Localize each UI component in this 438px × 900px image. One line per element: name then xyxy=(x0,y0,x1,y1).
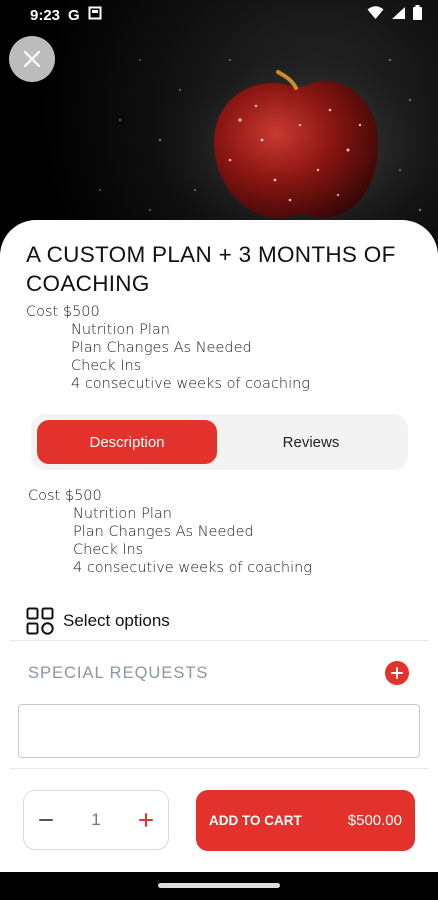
quantity-value: 1 xyxy=(91,810,101,829)
summary-item: 4 consecutive weeks of coaching xyxy=(71,376,310,392)
add-to-cart-label: ADD TO CART xyxy=(209,813,302,828)
special-requests-label: SPECIAL REQUESTS xyxy=(28,664,209,682)
add-special-request-button[interactable] xyxy=(385,661,409,685)
tab-description[interactable]: Description xyxy=(37,420,217,464)
summary-cost: Cost $500 xyxy=(26,304,100,320)
product-sheet: A CUSTOM PLAN + 3 MONTHS OF COACHING Cos… xyxy=(0,220,438,872)
cart-price: $500.00 xyxy=(347,812,402,829)
description-item: Plan Changes As Needed xyxy=(73,524,254,540)
divider xyxy=(10,768,428,769)
home-indicator[interactable] xyxy=(158,883,280,888)
minus-icon[interactable] xyxy=(39,813,53,827)
summary-item: Check Ins xyxy=(71,358,142,374)
divider xyxy=(10,640,428,641)
description-content: Cost $500 Nutrition Plan Plan Changes As… xyxy=(28,487,312,577)
battery-icon xyxy=(413,5,422,25)
status-time: 9:23 xyxy=(30,6,61,24)
tab-reviews[interactable]: Reviews xyxy=(221,420,401,464)
product-title: A CUSTOM PLAN + 3 MONTHS OF COACHING xyxy=(26,242,396,296)
grid-options-icon xyxy=(26,607,54,635)
plus-icon[interactable] xyxy=(139,813,153,827)
plus-circle-icon xyxy=(391,667,403,679)
select-options-button[interactable]: Select options xyxy=(26,607,170,635)
quantity-stepper: 1 xyxy=(23,790,169,850)
navigation-bar xyxy=(0,872,438,900)
product-summary: Cost $500 Nutrition Plan Plan Changes As… xyxy=(26,303,310,393)
add-to-cart-button[interactable]: ADD TO CART $500.00 xyxy=(196,790,415,851)
signal-icon xyxy=(391,6,406,25)
status-bar: 9:23 G xyxy=(0,0,438,30)
close-button[interactable] xyxy=(9,36,55,82)
summary-item: Plan Changes As Needed xyxy=(71,340,252,356)
description-item: 4 consecutive weeks of coaching xyxy=(73,560,312,576)
description-item: Check Ins xyxy=(73,542,144,558)
description-cost: Cost $500 xyxy=(28,488,102,504)
summary-item: Nutrition Plan xyxy=(71,322,170,338)
close-icon xyxy=(23,50,41,68)
select-options-label: Select options xyxy=(63,611,170,630)
tab-bar: Description Reviews xyxy=(31,414,408,470)
wifi-icon xyxy=(367,5,384,25)
google-icon: G xyxy=(68,6,80,24)
description-item: Nutrition Plan xyxy=(73,506,172,522)
screenshot-icon xyxy=(88,6,102,24)
special-requests-input[interactable] xyxy=(18,704,420,758)
